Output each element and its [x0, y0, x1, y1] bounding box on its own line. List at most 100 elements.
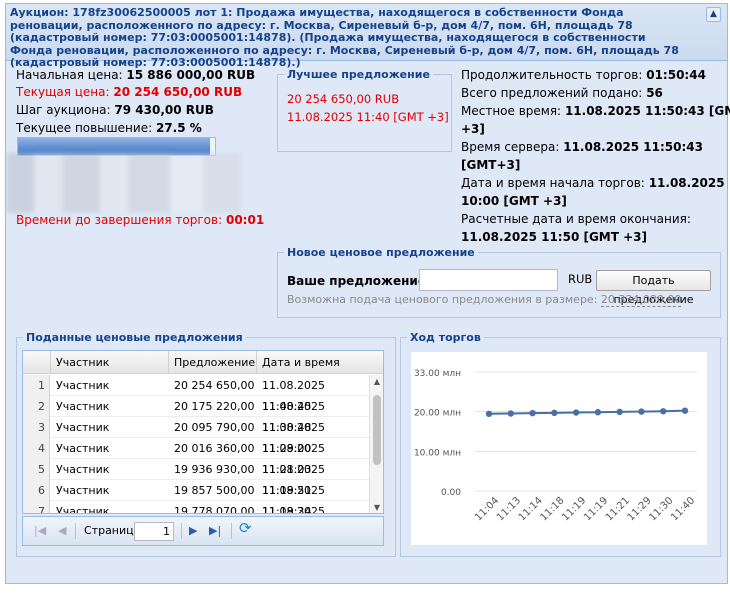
increase-value: 27.5 % — [155, 121, 202, 135]
bids-legend: Поданные ценовые предложения — [26, 331, 243, 344]
chart-series-line — [488, 409, 686, 415]
chart-legend: Ход торгов — [410, 331, 481, 344]
best-offer-amount: 20 254 650,00 RUB — [287, 92, 400, 106]
time-left-value: 00:01 — [225, 213, 265, 227]
row-participant: Участник — [56, 379, 110, 392]
auction-title: Аукцион: 178fz30062500005 лот 1: Продажа… — [6, 4, 727, 69]
submit-offer-button[interactable]: Подать предложение — [596, 270, 711, 306]
time-left-row: Времени до завершения торгов: 00:01 — [16, 213, 264, 227]
table-row[interactable]: 4 Участник 20 016 360,00 11.08.2025 11:21:0… — [23, 438, 369, 476]
table-row[interactable]: 1 Участник 20 254 650,00 11.08.2025 11:40:4… — [23, 375, 369, 413]
step-label: Шаг аукциона: — [16, 103, 111, 117]
row-amount: 20 175 220,00 — [174, 400, 255, 413]
refresh-icon[interactable]: ⟳ — [239, 521, 252, 536]
chart-point — [616, 408, 623, 416]
chart-y-tick-label: 33.00 млн — [414, 369, 461, 379]
best-offer-legend: Лучшее предложение — [287, 68, 430, 81]
pager-separator — [75, 523, 76, 539]
row-participant: Участник — [56, 421, 110, 434]
chart-x-tick-label: 11:40 — [669, 495, 697, 523]
table-row[interactable]: 3 Участник 20 095 790,00 11.08.2025 11:29:0… — [23, 417, 369, 455]
local-time-label: Местное время: — [461, 104, 562, 118]
server-time-row: Время сервера: 11.08.2025 11:50:43 — [461, 140, 703, 154]
chevron-up-icon[interactable]: ▲ — [706, 7, 721, 22]
last-page-icon[interactable]: ▶| — [209, 524, 221, 538]
table-row[interactable]: 2 Участник 20 175 220,00 11.08.2025 11:30:4… — [23, 396, 369, 434]
chart-point — [551, 409, 558, 417]
row-number: 5 — [23, 459, 50, 480]
offer-currency: RUB — [568, 272, 593, 286]
grid-header-time[interactable]: Дата и время — [257, 351, 383, 374]
chart-point — [529, 409, 536, 417]
grid-header: Участник Предложение Дата и время — [23, 351, 383, 374]
current-price-row: Текущая цена: 20 254 650,00 RUB — [16, 85, 242, 99]
pager-separator-2 — [181, 523, 182, 539]
total-bids-value: 56 — [646, 86, 663, 100]
grid-header-num — [23, 351, 51, 374]
chart-point — [638, 408, 645, 415]
row-amount: 20 095 790,00 — [174, 421, 255, 434]
blurred-region — [6, 153, 241, 213]
offer-amount-input[interactable] — [419, 269, 558, 291]
row-amount: 19 778 070,00 — [174, 505, 255, 514]
start-time-value-cont: 10:00 [GMT +3] — [461, 194, 567, 208]
scroll-thumb[interactable] — [373, 395, 381, 465]
row-number: 7 — [23, 501, 50, 513]
end-time-label: Расчетные дата и время окончания: — [461, 212, 691, 226]
start-time-label: Дата и время начала торгов: — [461, 176, 645, 190]
grid-header-participant[interactable]: Участник — [51, 351, 169, 374]
table-row[interactable]: 6 Участник 19 857 500,00 11.08.2025 11:19:3… — [23, 480, 369, 513]
start-price-row: Начальная цена: 15 886 000,00 RUB — [16, 68, 255, 82]
step-value: 79 430,00 RUB — [114, 103, 214, 117]
row-number: 2 — [23, 396, 50, 417]
new-offer-legend: Новое ценовое предложение — [287, 246, 475, 259]
grid-header-amount[interactable]: Предложение — [169, 351, 257, 374]
bids-grid: Участник Предложение Дата и время 1 Участ… — [22, 350, 384, 514]
row-number: 6 — [23, 480, 50, 501]
next-page-icon[interactable]: ▶ — [189, 524, 197, 538]
end-time-value: 11.08.2025 11:50 [GMT +3] — [461, 230, 647, 244]
server-time-label: Время сервера: — [461, 140, 560, 154]
scroll-down-icon[interactable]: ▼ — [370, 501, 383, 513]
local-time-value: 11.08.2025 11:50:43 [GMT — [564, 104, 730, 118]
page-number-input[interactable]: 1 — [134, 522, 174, 541]
start-price-label: Начальная цена: — [16, 68, 123, 82]
row-participant: Участник — [56, 463, 110, 476]
grid-pager: |◀ ◀ Страница 1 ▶ ▶| ⟳ — [22, 516, 384, 546]
table-row[interactable]: 7 Участник 19 778 070,00 11.08.2025 11:18:2… — [23, 501, 369, 514]
row-amount: 20 016 360,00 — [174, 442, 255, 455]
increase-label: Текущее повышение: — [16, 121, 153, 135]
row-participant: Участник — [56, 484, 110, 497]
time-left-label: Времени до завершения торгов: — [16, 213, 223, 227]
current-price-value: 20 254 650,00 RUB — [113, 85, 243, 99]
start-time-value: 11.08.2025 — [648, 176, 725, 190]
total-bids-label: Всего предложений подано: — [461, 86, 643, 100]
server-time-value-cont: [GMT+3] — [461, 158, 521, 172]
chart-svg: 0.0010.00 млн20.00 млн33.00 млн11:0411:1… — [414, 369, 697, 523]
row-participant: Участник — [56, 400, 110, 413]
local-time-value-cont: +3] — [461, 122, 485, 136]
row-number: 1 — [23, 375, 50, 396]
auction-title-text: Аукцион: 178fz30062500005 лот 1: Продажа… — [10, 6, 679, 70]
first-page-icon[interactable]: |◀ — [34, 524, 46, 538]
best-offer-time: 11.08.2025 11:40 [GMT +3] — [287, 110, 449, 124]
grid-scrollbar[interactable]: ▲ ▼ — [369, 375, 383, 513]
scroll-up-icon[interactable]: ▲ — [370, 375, 383, 389]
row-amount: 20 254 650,00 — [174, 379, 255, 392]
row-number: 3 — [23, 417, 50, 438]
duration-row: Продолжительность торгов: 01:50:44 — [461, 68, 706, 82]
row-participant: Участник — [56, 505, 110, 514]
offer-hint-value[interactable]: 20 334 080,00 — [600, 293, 682, 307]
offer-hint: Возможна подача ценового предложения в р… — [287, 293, 682, 307]
step-row: Шаг аукциона: 79 430,00 RUB — [16, 103, 214, 117]
prev-page-icon[interactable]: ◀ — [58, 524, 66, 538]
duration-value: 01:50:44 — [646, 68, 706, 82]
chart-point — [572, 409, 580, 416]
chart-point — [660, 408, 667, 415]
chart-point — [485, 410, 493, 418]
your-offer-label: Ваше предложение: — [287, 274, 431, 288]
chart-y-tick-label: 10.00 млн — [414, 448, 461, 458]
table-row[interactable]: 5 Участник 19 936 930,00 11.08.2025 11:19:5… — [23, 459, 369, 497]
start-price-value: 15 886 000,00 RUB — [126, 68, 256, 82]
page-label: Страница — [84, 524, 141, 537]
